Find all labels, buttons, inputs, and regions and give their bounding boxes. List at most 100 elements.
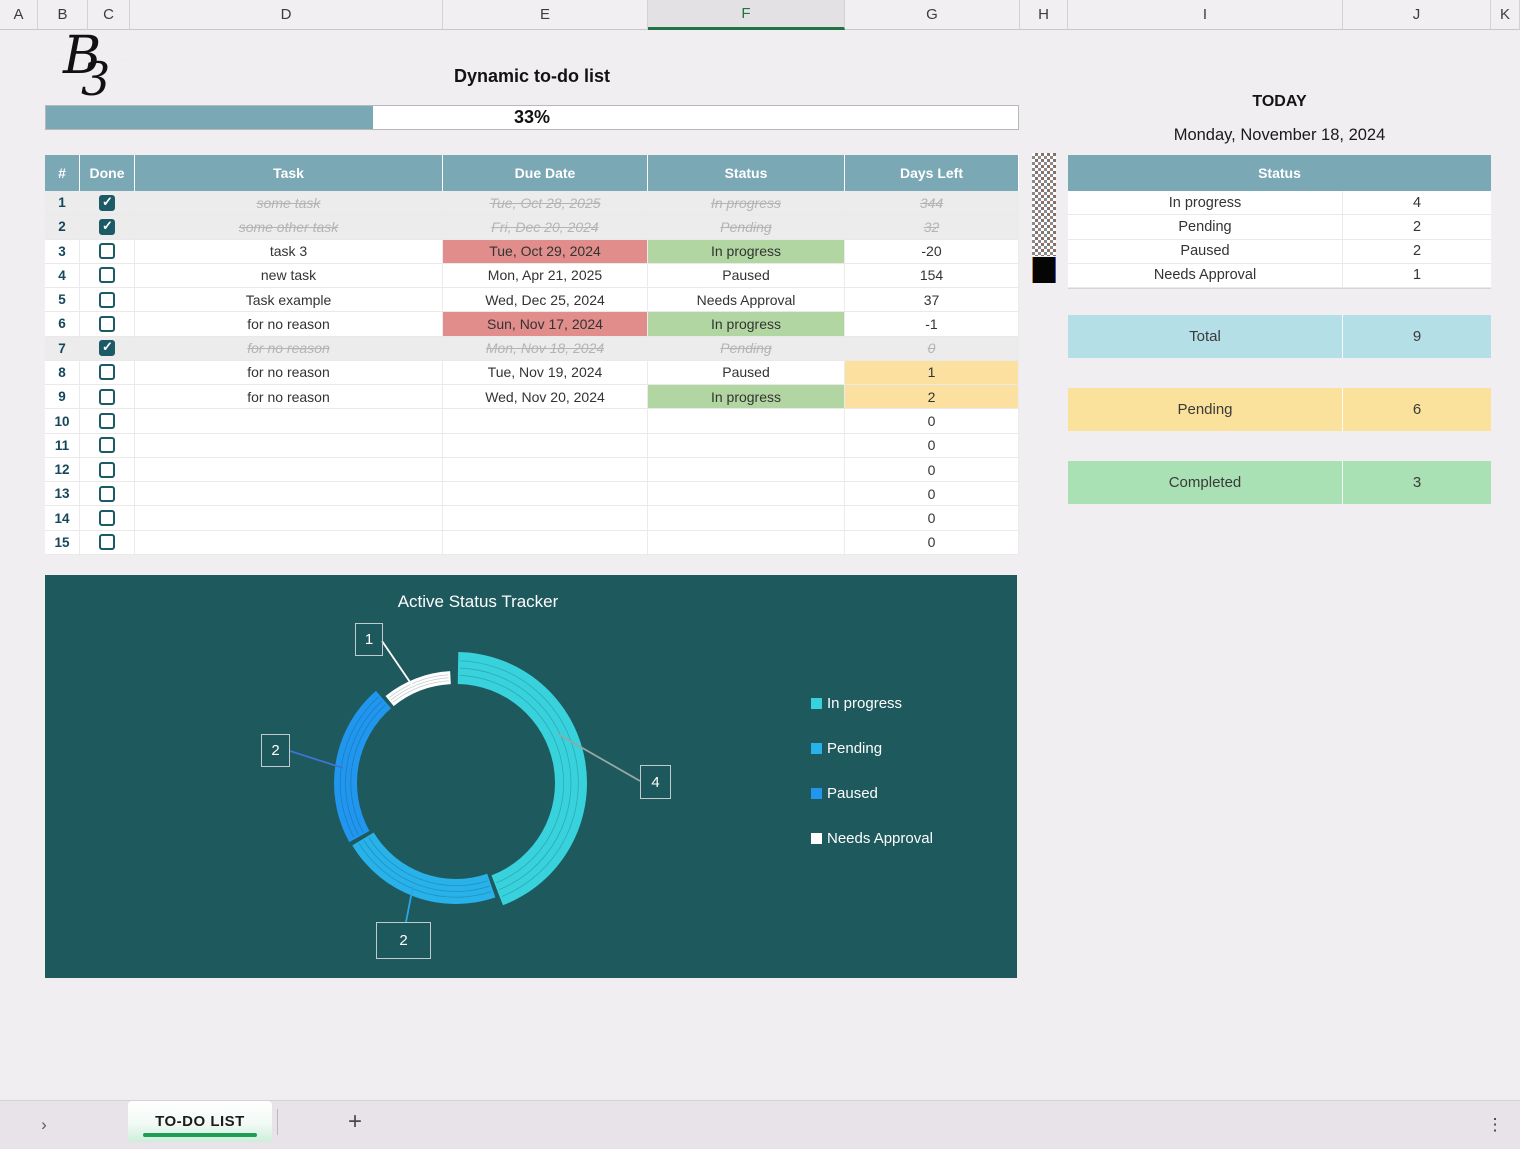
days-left-cell[interactable]: 0 [845,409,1019,432]
due-date-cell[interactable] [443,434,648,457]
add-sheet-button[interactable]: + [340,1107,370,1137]
row-number-cell[interactable]: 12 [45,458,80,481]
row-number-cell[interactable]: 9 [45,385,80,408]
done-checkbox[interactable] [99,316,115,332]
due-date-cell[interactable] [443,531,648,554]
days-left-cell[interactable]: -1 [845,312,1019,335]
days-left-cell[interactable]: 32 [845,215,1019,238]
status-cell[interactable]: Pending [648,337,845,360]
completed-summary-box[interactable]: Completed3 [1068,461,1491,504]
status-summary-label[interactable]: Needs Approval [1068,264,1343,287]
due-date-cell[interactable] [443,482,648,505]
todo-col-header-done[interactable]: Done [80,155,135,191]
days-left-cell[interactable]: 0 [845,506,1019,529]
task-cell[interactable] [135,482,443,505]
status-cell[interactable] [648,482,845,505]
sheet-tab-todo-list[interactable]: TO-DO LIST [128,1101,272,1142]
status-summary-label[interactable]: In progress [1068,191,1343,214]
done-checkbox[interactable] [99,389,115,405]
task-cell[interactable]: for no reason [135,337,443,360]
more-options-icon[interactable]: ⋮ [1486,1108,1504,1142]
task-cell[interactable]: Task example [135,288,443,311]
row-number-cell[interactable]: 7 [45,337,80,360]
row-number-cell[interactable]: 2 [45,215,80,238]
task-cell[interactable] [135,409,443,432]
row-number-cell[interactable]: 8 [45,361,80,384]
due-date-cell[interactable]: Tue, Oct 29, 2024 [443,240,648,263]
days-left-cell[interactable]: 154 [845,264,1019,287]
status-cell[interactable] [648,409,845,432]
status-cell[interactable]: Needs Approval [648,288,845,311]
sheet-scroll-arrow-icon[interactable]: › [30,1111,58,1139]
due-date-cell[interactable]: Fri, Dec 20, 2024 [443,215,648,238]
status-cell[interactable] [648,531,845,554]
done-checkbox[interactable] [99,510,115,526]
due-date-cell[interactable]: Wed, Nov 20, 2024 [443,385,648,408]
column-header-i[interactable]: I [1068,0,1343,30]
status-cell[interactable]: In progress [648,385,845,408]
task-cell[interactable]: task 3 [135,240,443,263]
status-cell[interactable]: Pending [648,215,845,238]
days-left-cell[interactable]: 0 [845,337,1019,360]
done-checkbox[interactable] [99,437,115,453]
done-checkbox[interactable] [99,340,115,356]
todo-col-header-status[interactable]: Status [648,155,845,191]
row-number-cell[interactable]: 5 [45,288,80,311]
days-left-cell[interactable]: 0 [845,434,1019,457]
row-number-cell[interactable]: 15 [45,531,80,554]
status-cell[interactable]: Paused [648,264,845,287]
row-number-cell[interactable]: 1 [45,191,80,214]
column-header-f[interactable]: F [648,0,845,30]
done-checkbox[interactable] [99,486,115,502]
task-cell[interactable]: for no reason [135,361,443,384]
status-summary-value[interactable]: 4 [1343,191,1491,214]
due-date-cell[interactable]: Mon, Nov 18, 2024 [443,337,648,360]
progress-bar[interactable]: 33% [45,105,1019,130]
done-checkbox[interactable] [99,292,115,308]
row-number-cell[interactable]: 6 [45,312,80,335]
done-checkbox[interactable] [99,534,115,550]
active-status-chart[interactable]: Active Status Tracker In progressPending… [45,575,1017,978]
column-header-d[interactable]: D [130,0,443,30]
due-date-cell[interactable] [443,458,648,481]
task-cell[interactable]: some other task [135,215,443,238]
column-header-j[interactable]: J [1343,0,1491,30]
row-number-cell[interactable]: 3 [45,240,80,263]
status-cell[interactable]: Paused [648,361,845,384]
row-number-cell[interactable]: 4 [45,264,80,287]
status-summary-label[interactable]: Paused [1068,240,1343,263]
column-header-k[interactable]: K [1491,0,1520,30]
done-checkbox[interactable] [99,462,115,478]
due-date-cell[interactable]: Wed, Dec 25, 2024 [443,288,648,311]
status-cell[interactable]: In progress [648,240,845,263]
pending-summary-box[interactable]: Pending6 [1068,388,1491,431]
task-cell[interactable]: for no reason [135,385,443,408]
row-number-cell[interactable]: 11 [45,434,80,457]
done-checkbox[interactable] [99,364,115,380]
column-header-h[interactable]: H [1020,0,1068,30]
days-left-cell[interactable]: 0 [845,458,1019,481]
task-cell[interactable] [135,531,443,554]
todo-col-header-days-left[interactable]: Days Left [845,155,1019,191]
days-left-cell[interactable]: 37 [845,288,1019,311]
status-cell[interactable] [648,506,845,529]
done-checkbox[interactable] [99,195,115,211]
status-summary-value[interactable]: 2 [1343,240,1491,263]
status-cell[interactable] [648,458,845,481]
status-cell[interactable] [648,434,845,457]
days-left-cell[interactable]: 0 [845,482,1019,505]
task-cell[interactable]: for no reason [135,312,443,335]
row-number-cell[interactable]: 14 [45,506,80,529]
days-left-cell[interactable]: 344 [845,191,1019,214]
status-cell[interactable]: In progress [648,191,845,214]
column-header-e[interactable]: E [443,0,648,30]
status-summary-value[interactable]: 2 [1343,215,1491,238]
task-cell[interactable]: some task [135,191,443,214]
total-summary-box[interactable]: Total9 [1068,315,1491,358]
days-left-cell[interactable]: 1 [845,361,1019,384]
column-header-g[interactable]: G [845,0,1020,30]
done-checkbox[interactable] [99,413,115,429]
task-cell[interactable] [135,458,443,481]
due-date-cell[interactable] [443,409,648,432]
status-summary-label[interactable]: Pending [1068,215,1343,238]
